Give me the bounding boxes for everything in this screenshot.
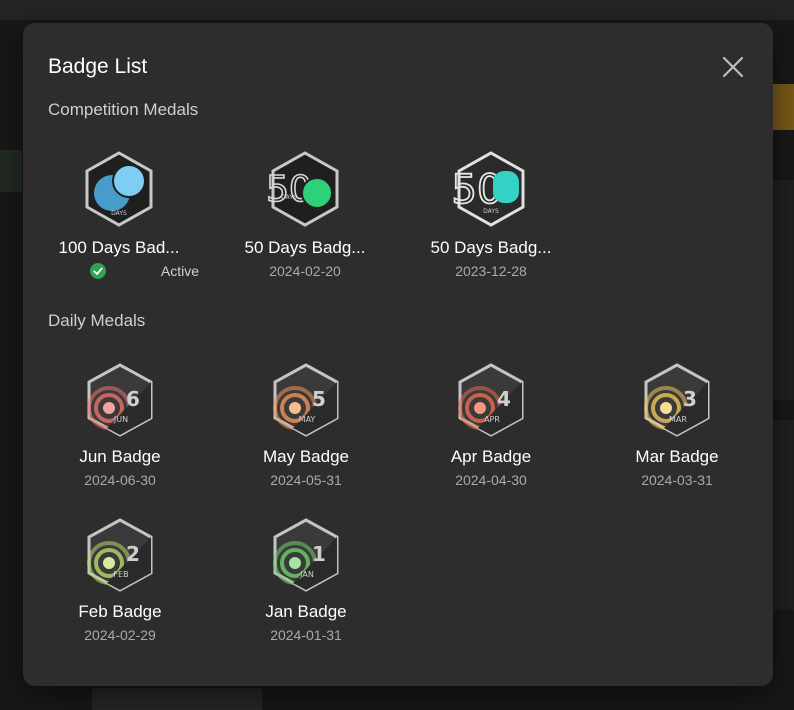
hexagon-month-medal-icon: 4 APR — [458, 363, 524, 437]
badge-name: Feb Badge — [78, 602, 162, 621]
badge-date: 2024-02-20 — [269, 263, 341, 279]
competition-badge[interactable]: DAYS 100 Days Bad... Active — [39, 149, 199, 280]
hexagon-medal-icon: DAYS — [85, 151, 153, 227]
hexagon-month-medal-icon: 3 MAR — [644, 363, 710, 437]
badge-date: 2024-05-31 — [270, 472, 342, 488]
background-accent-block — [773, 84, 794, 130]
modal-title: Badge List — [48, 55, 148, 78]
daily-badge[interactable]: 3 MAR Mar Badge 2024-03-31 — [597, 362, 757, 489]
badge-number: 2 — [126, 542, 140, 566]
badge-sub-label: DAYS — [281, 194, 297, 201]
background-card — [773, 180, 794, 400]
check-circle-icon — [89, 263, 106, 279]
badge-list-modal: Badge List Competition Medals DAYS 100 D… — [23, 23, 773, 686]
daily-badge[interactable]: 1 JAN Jan Badge 2024-01-31 — [226, 517, 386, 644]
badge-name: 50 Days Badg... — [430, 238, 552, 257]
daily-badge[interactable]: 5 MAY May Badge 2024-05-31 — [226, 362, 386, 489]
badge-name: 100 Days Bad... — [58, 238, 180, 257]
badge-month: APR — [484, 415, 500, 424]
badge-name: Jun Badge — [79, 447, 161, 466]
hexagon-month-medal-icon: 2 FEB — [87, 518, 153, 592]
badge-date: 2024-06-30 — [84, 472, 156, 488]
badge-number: 1 — [312, 542, 326, 566]
daily-badge[interactable]: 4 APR Apr Badge 2024-04-30 — [411, 362, 571, 489]
section-title-daily: Daily Medals — [48, 311, 146, 330]
badge-name: 50 Days Badg... — [244, 238, 366, 257]
badge-name: Jan Badge — [265, 602, 347, 621]
competition-badge[interactable]: 50 DAYS 50 Days Badg... 2023-12-28 — [411, 149, 571, 280]
hexagon-medal-icon: 50 DAYS — [265, 151, 339, 227]
background-card-2 — [773, 420, 794, 610]
badge-month: MAR — [669, 415, 687, 424]
hexagon-month-medal-icon: 6 JUN — [87, 363, 153, 437]
background-bottom-tab — [92, 688, 262, 710]
badge-month: MAY — [299, 415, 316, 424]
background-top — [0, 0, 794, 20]
badge-number: 6 — [126, 387, 140, 411]
close-icon[interactable] — [719, 53, 747, 81]
badge-name: Mar Badge — [635, 447, 719, 466]
hexagon-month-medal-icon: 5 MAY — [273, 363, 339, 437]
badge-date: 2024-04-30 — [455, 472, 527, 488]
badge-name: May Badge — [263, 447, 349, 466]
section-title-competition: Competition Medals — [48, 100, 199, 119]
badge-number: 3 — [683, 387, 697, 411]
badge-status: Active — [39, 262, 199, 280]
daily-badge[interactable]: 6 JUN Jun Badge 2024-06-30 — [40, 362, 200, 489]
badge-number: 5 — [312, 387, 326, 411]
badge-date: 2024-01-31 — [270, 627, 342, 643]
hexagon-medal-icon: 50 DAYS — [451, 151, 525, 227]
badge-date: 2024-02-29 — [84, 627, 156, 643]
badge-sub-label: DAYS — [111, 210, 127, 217]
badge-date: 2023-12-28 — [455, 263, 527, 279]
badge-number: 4 — [497, 387, 511, 411]
badge-date: 2024-03-31 — [641, 472, 713, 488]
hexagon-month-medal-icon: 1 JAN — [273, 518, 339, 592]
badge-status-label: Active — [160, 263, 199, 279]
badge-month: JAN — [299, 570, 314, 579]
competition-badge[interactable]: 50 DAYS 50 Days Badg... 2024-02-20 — [225, 149, 385, 280]
close-button[interactable] — [719, 53, 747, 81]
daily-badge[interactable]: 2 FEB Feb Badge 2024-02-29 — [40, 517, 200, 644]
badge-month: FEB — [113, 570, 128, 579]
background-sidebar-highlight — [0, 150, 22, 192]
badge-sub-label: DAYS — [483, 208, 499, 215]
badge-month: JUN — [113, 415, 128, 424]
badge-name: Apr Badge — [450, 447, 532, 466]
